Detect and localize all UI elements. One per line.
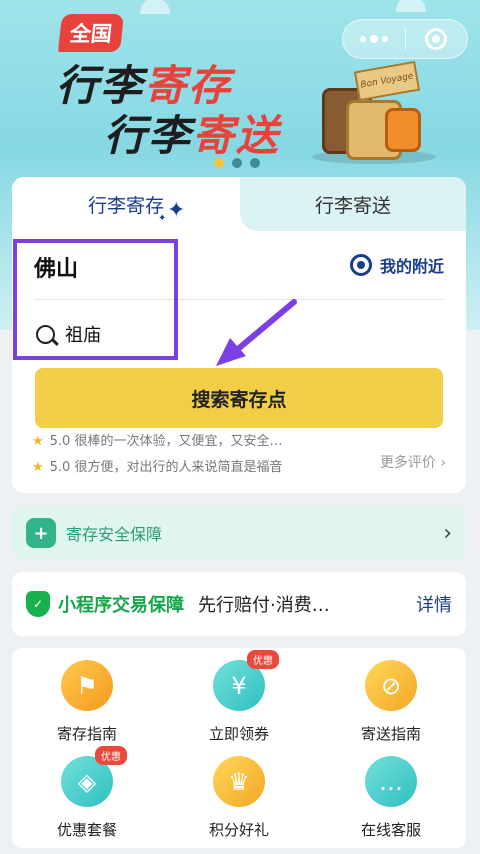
shield-plus-icon: + bbox=[26, 518, 56, 548]
sparkle-icon: ✦ bbox=[167, 198, 186, 223]
service-tabs: 行李寄存 行李寄送 ✦ ✦ bbox=[12, 177, 466, 231]
service-get-coupon[interactable]: ¥ 优惠 立即领券 bbox=[164, 648, 314, 744]
search-button[interactable]: 搜索寄存点 bbox=[35, 368, 443, 428]
parachute-icon bbox=[140, 0, 170, 14]
safety-label: 寄存安全保障 bbox=[66, 525, 163, 544]
tag-icon: ◈ 优惠 bbox=[61, 746, 127, 807]
miniprogram-capsule bbox=[342, 19, 468, 59]
star-icon: ★ bbox=[32, 460, 44, 475]
service-grid: ⚑ 寄存指南 ¥ 优惠 立即领券 ⊘ 寄送指南 ◈ 优惠 优惠套餐 ♛ 积分好礼 …… bbox=[12, 648, 466, 848]
signpost-icon: ⚑ bbox=[61, 660, 113, 711]
close-miniprogram-icon[interactable] bbox=[405, 20, 467, 58]
tab-luggage-delivery[interactable]: 行李寄送 bbox=[240, 177, 466, 231]
guarantee-detail-link[interactable]: 详情 bbox=[416, 591, 452, 617]
travel-sign: Bon Voyage bbox=[353, 60, 421, 102]
nearby-label: 我的附近 bbox=[379, 257, 444, 276]
service-discount-package[interactable]: ◈ 优惠 优惠套餐 bbox=[12, 744, 162, 840]
banner-pager bbox=[214, 158, 260, 168]
guarantee-title: 小程序交易保障 bbox=[58, 595, 184, 616]
service-delivery-guide[interactable]: ⊘ 寄送指南 bbox=[316, 648, 466, 744]
location-target-icon bbox=[349, 254, 372, 276]
chevron-right-icon: › bbox=[443, 520, 452, 546]
parachute-icon bbox=[396, 0, 426, 12]
nearby-button[interactable]: 我的附近 bbox=[349, 253, 444, 277]
safety-guarantee-row[interactable]: + 寄存安全保障 › bbox=[12, 506, 466, 560]
suitcase-icon bbox=[385, 108, 421, 152]
guarantee-desc: 先行赔付·消费… bbox=[198, 595, 330, 616]
promo-badge: 优惠 bbox=[247, 650, 279, 669]
compass-icon: ⊘ bbox=[365, 660, 417, 711]
crown-icon: ♛ bbox=[213, 756, 265, 807]
sparkle-icon: ✦ bbox=[158, 213, 167, 224]
coupon-icon: ¥ 优惠 bbox=[213, 650, 279, 711]
tab-luggage-storage[interactable]: 行李寄存 bbox=[12, 177, 240, 231]
transaction-guarantee-row[interactable]: ✓ 小程序交易保障 先行赔付·消费… 详情 bbox=[12, 572, 466, 636]
more-menu-icon[interactable] bbox=[343, 20, 405, 58]
service-online-support[interactable]: … 在线客服 bbox=[316, 744, 466, 840]
shield-check-icon: ✓ bbox=[26, 591, 50, 617]
review-item: ★ 5.0 很棒的一次体验，又便宜，又安全… bbox=[32, 434, 283, 449]
service-points-rewards[interactable]: ♛ 积分好礼 bbox=[164, 744, 314, 840]
banner-badge: 全国 bbox=[58, 14, 124, 52]
review-ticker: ★ 5.0 很棒的一次体验，又便宜，又安全… ★ 5.0 很方便，对出行的人来说简直… bbox=[32, 434, 362, 481]
chat-icon: … bbox=[365, 756, 417, 807]
promo-badge: 优惠 bbox=[95, 746, 127, 765]
banner-headline-2: 行李寄送 bbox=[104, 111, 281, 160]
more-reviews-link[interactable]: 更多评价 › bbox=[380, 452, 446, 472]
highlight-box bbox=[13, 239, 178, 360]
review-item: ★ 5.0 很方便，对出行的人来说简直是福音 bbox=[32, 460, 283, 475]
service-storage-guide[interactable]: ⚑ 寄存指南 bbox=[12, 648, 162, 744]
star-icon: ★ bbox=[32, 434, 44, 449]
